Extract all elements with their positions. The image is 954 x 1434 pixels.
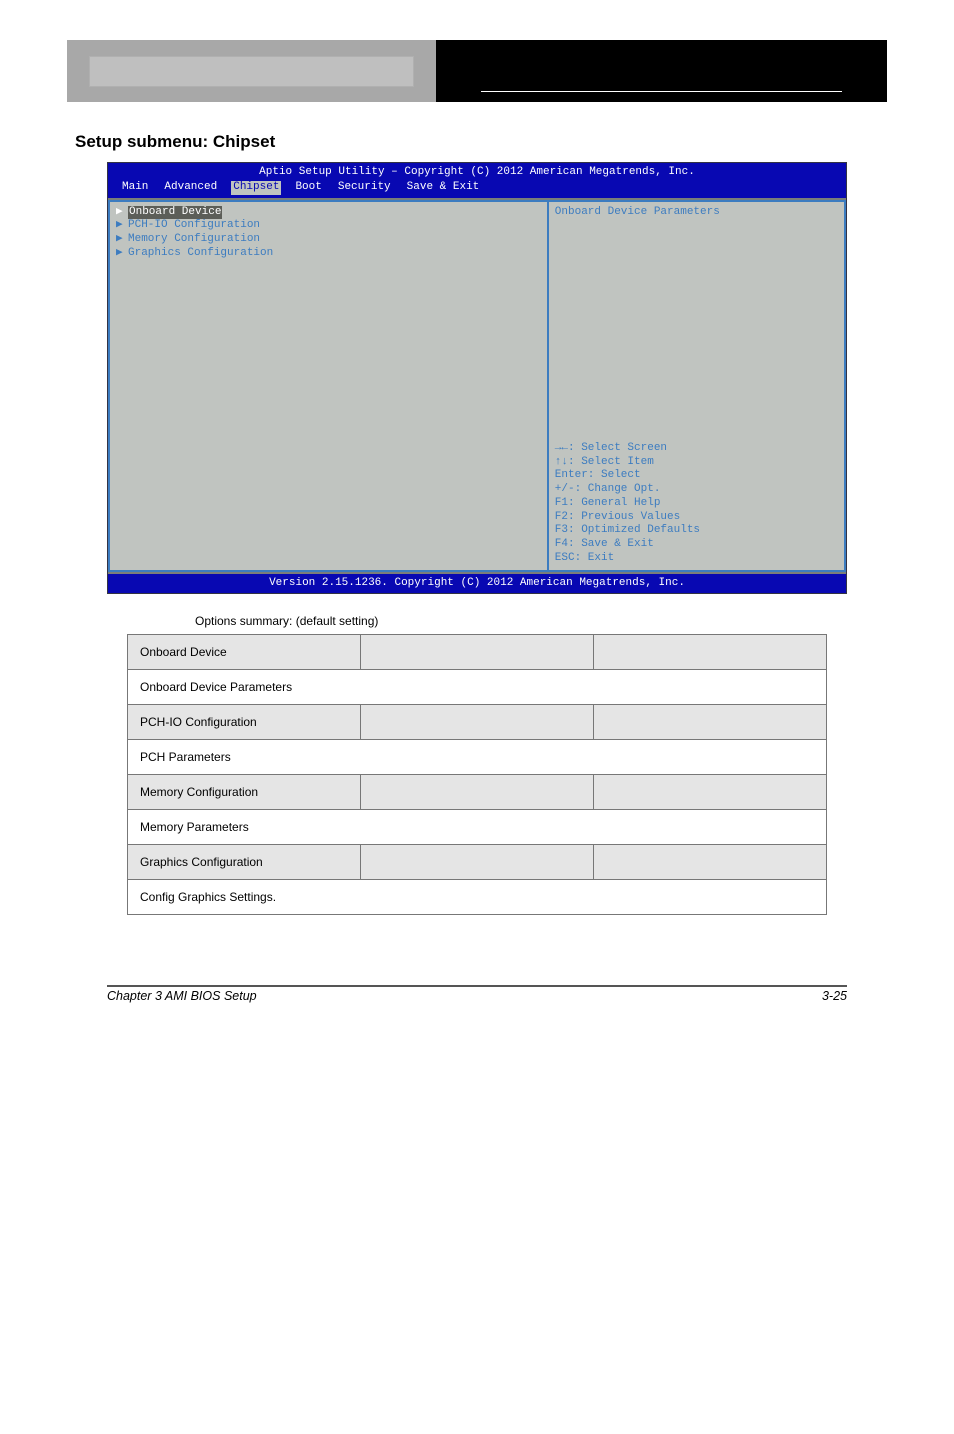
help-line: +/-: Change Opt. [555, 483, 838, 497]
table-row: Onboard Device [128, 635, 827, 670]
menu-item-graphics-config[interactable]: ▶ Graphics Configuration [116, 247, 541, 261]
table-cell-description: PCH Parameters [128, 740, 827, 775]
table-row: Memory Configuration [128, 775, 827, 810]
bios-side-pane: Onboard Device Parameters →←: Select Scr… [547, 200, 846, 572]
help-line: Enter: Select [555, 469, 838, 483]
help-line: F2: Previous Values [555, 511, 838, 525]
table-row: Config Graphics Settings. [128, 880, 827, 915]
tab-advanced[interactable]: Advanced [162, 181, 219, 195]
bios-item-description: Onboard Device Parameters [555, 206, 838, 220]
options-table: Onboard Device Onboard Device Parameters… [127, 634, 827, 915]
help-line: F1: General Help [555, 497, 838, 511]
help-line: F3: Optimized Defaults [555, 524, 838, 538]
tab-chipset[interactable]: Chipset [231, 181, 281, 195]
table-cell [594, 635, 827, 670]
table-row: Graphics Configuration [128, 845, 827, 880]
table-cell [361, 775, 594, 810]
banner-left-panel [67, 40, 436, 102]
table-cell: PCH-IO Configuration [128, 705, 361, 740]
footer-chapter: Chapter 3 AMI BIOS Setup [107, 989, 257, 1003]
help-line: F4: Save & Exit [555, 538, 838, 552]
bios-body: ▶ Onboard Device ▶ PCH-IO Configuration … [108, 198, 846, 572]
tab-security[interactable]: Security [336, 181, 393, 195]
document-header-banner [67, 40, 887, 102]
options-summary-label: Options summary: (default setting) [195, 614, 887, 628]
bios-title-bar: Aptio Setup Utility – Copyright (C) 2012… [108, 163, 846, 180]
submenu-arrow-icon: ▶ [116, 219, 124, 233]
banner-underline [481, 91, 842, 92]
menu-item-label: Onboard Device [128, 206, 222, 220]
table-cell: Memory Configuration [128, 775, 361, 810]
tab-main[interactable]: Main [120, 181, 150, 195]
tab-save-exit[interactable]: Save & Exit [405, 181, 482, 195]
menu-item-pch-io[interactable]: ▶ PCH-IO Configuration [116, 219, 541, 233]
menu-item-label: Graphics Configuration [128, 247, 273, 261]
footer-page-number: 3-25 [822, 989, 847, 1003]
table-row: PCH-IO Configuration [128, 705, 827, 740]
table-row: Memory Parameters [128, 810, 827, 845]
table-row: PCH Parameters [128, 740, 827, 775]
submenu-arrow-icon: ▶ [116, 233, 124, 247]
table-cell: Onboard Device [128, 635, 361, 670]
table-cell: Graphics Configuration [128, 845, 361, 880]
help-line: →←: Select Screen [555, 442, 838, 456]
table-cell [594, 775, 827, 810]
table-cell [361, 635, 594, 670]
banner-inset-box [89, 56, 414, 87]
bios-screenshot: Aptio Setup Utility – Copyright (C) 2012… [107, 162, 847, 594]
table-cell-description: Onboard Device Parameters [128, 670, 827, 705]
help-line: ESC: Exit [555, 552, 838, 566]
submenu-arrow-icon: ▶ [116, 247, 124, 261]
menu-item-memory-config[interactable]: ▶ Memory Configuration [116, 233, 541, 247]
bios-version-footer: Version 2.15.1236. Copyright (C) 2012 Am… [108, 572, 846, 594]
document-footer: Chapter 3 AMI BIOS Setup 3-25 [107, 985, 847, 1003]
table-cell-description: Memory Parameters [128, 810, 827, 845]
bios-help-block: →←: Select Screen ↑↓: Select Item Enter:… [555, 442, 838, 566]
menu-item-label: PCH-IO Configuration [128, 219, 260, 233]
bios-main-pane: ▶ Onboard Device ▶ PCH-IO Configuration … [108, 200, 547, 572]
table-cell [361, 705, 594, 740]
help-line: ↑↓: Select Item [555, 456, 838, 470]
banner-right-panel [436, 40, 887, 102]
table-row: Onboard Device Parameters [128, 670, 827, 705]
table-cell [594, 845, 827, 880]
table-cell-description: Config Graphics Settings. [128, 880, 827, 915]
table-cell [594, 705, 827, 740]
table-cell [361, 845, 594, 880]
tab-boot[interactable]: Boot [293, 181, 323, 195]
section-title: Setup submenu: Chipset [75, 132, 887, 152]
bios-tab-row: Main Advanced Chipset Boot Security Save… [108, 180, 846, 198]
submenu-arrow-icon: ▶ [116, 206, 124, 220]
menu-item-label: Memory Configuration [128, 233, 260, 247]
menu-item-onboard-device[interactable]: ▶ Onboard Device [116, 206, 541, 220]
